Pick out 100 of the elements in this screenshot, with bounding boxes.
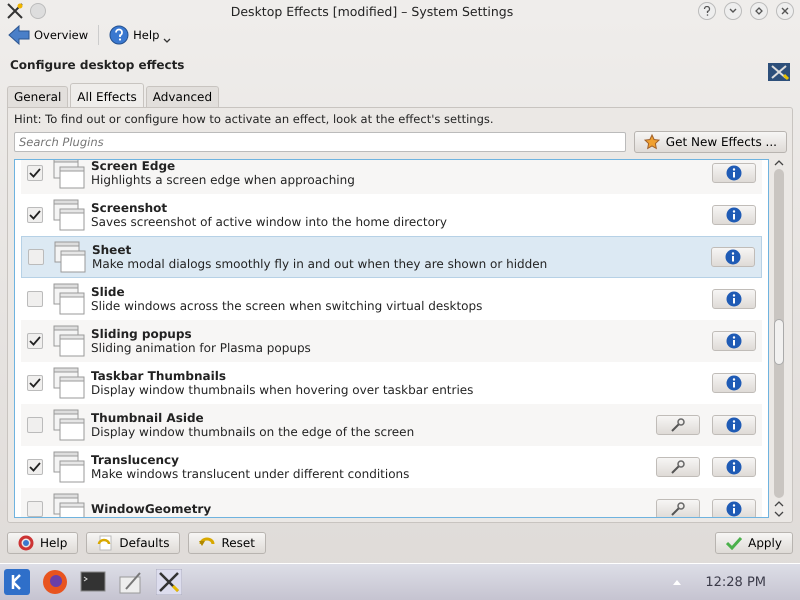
info-button[interactable] <box>712 205 756 225</box>
checkbox[interactable] <box>27 333 43 349</box>
scroll-down-icon <box>774 510 784 518</box>
checkmark-icon <box>29 210 41 220</box>
windows-icon <box>53 409 85 441</box>
windows-icon <box>53 367 85 399</box>
effect-description: Make windows translucent under different conditions <box>91 467 410 481</box>
effect-name: Screenshot <box>91 201 168 215</box>
effect-description: Slide windows across the screen when switching virtual desktops <box>91 299 484 313</box>
close-icon <box>781 7 789 15</box>
checkbox[interactable] <box>27 417 43 433</box>
reset-button[interactable]: Reset <box>188 532 266 554</box>
help-icon <box>109 25 130 45</box>
scrollbar-thumb[interactable] <box>774 319 784 365</box>
terminal-icon[interactable] <box>80 570 106 594</box>
checkbox[interactable] <box>28 249 44 265</box>
checkmark-icon <box>29 336 41 346</box>
effect-name: Slide <box>91 285 126 299</box>
configure-button[interactable] <box>656 499 700 517</box>
effect-name: Screen Edge <box>91 160 176 173</box>
effect-row[interactable]: WindowGeometry <box>21 488 762 517</box>
browser-icon[interactable] <box>42 569 68 595</box>
apply-button[interactable]: Apply <box>715 532 793 554</box>
info-button[interactable] <box>712 163 756 183</box>
info-button[interactable] <box>712 457 756 477</box>
windows-icon <box>53 283 85 315</box>
effect-name: Taskbar Thumbnails <box>91 369 228 383</box>
wrench-icon <box>670 502 686 516</box>
diamond-icon <box>755 7 763 15</box>
info-button[interactable] <box>712 289 756 309</box>
info-button[interactable] <box>712 415 756 435</box>
lifebuoy-icon <box>18 535 34 551</box>
effect-row[interactable]: Taskbar Thumbnails Display window thumbnails when hovering over taskbar entries <box>21 362 762 404</box>
wrench-icon <box>670 460 686 474</box>
configure-button[interactable] <box>656 415 700 435</box>
checkbox[interactable] <box>27 459 43 475</box>
windows-icon <box>53 451 85 483</box>
minimize-button[interactable] <box>724 2 742 20</box>
defaults-button[interactable]: Defaults <box>86 532 180 554</box>
close-button[interactable] <box>776 2 794 20</box>
effect-row[interactable]: Screen Edge Highlights a screen edge when approaching <box>21 160 762 194</box>
effect-row[interactable]: Sliding popups Sliding animation for Plasma popups <box>21 320 762 362</box>
chevron-down-icon <box>729 8 737 14</box>
effect-row[interactable]: Slide Slide windows across the screen when switching virtual desktops <box>21 278 762 320</box>
info-button[interactable] <box>712 373 756 393</box>
effect-row[interactable]: Translucency Make windows translucent under different conditions <box>21 446 762 488</box>
effect-name: Sheet <box>92 243 132 257</box>
search-field[interactable]: Search Plugins <box>14 132 626 152</box>
checkmark-icon <box>29 168 41 178</box>
info-icon <box>726 375 742 391</box>
checkmark-icon <box>29 462 41 472</box>
k-logo-icon <box>4 569 30 595</box>
info-icon <box>726 165 742 181</box>
effect-row[interactable]: Screenshot Saves screenshot of active window into the home directory <box>21 194 762 236</box>
windows-icon <box>54 241 86 273</box>
help-menu-button[interactable]: Help <box>105 23 176 47</box>
page-heading: Configure desktop effects <box>10 58 184 72</box>
info-icon <box>726 207 742 223</box>
windows-icon <box>53 199 85 231</box>
info-button[interactable] <box>711 247 755 267</box>
help-button[interactable]: Help <box>7 532 78 554</box>
info-button[interactable] <box>712 499 756 517</box>
desktop-tools-icon <box>768 63 790 81</box>
effect-name: WindowGeometry <box>91 502 212 516</box>
get-new-effects-button[interactable]: Get New Effects ... <box>634 131 787 153</box>
clock[interactable]: 12:28 PM <box>705 574 766 590</box>
application-launcher-button[interactable] <box>4 569 30 595</box>
effect-description: Highlights a screen edge when approaching <box>91 173 356 187</box>
checkmark-icon <box>29 378 41 388</box>
scrollbar[interactable] <box>771 159 787 518</box>
info-icon <box>726 459 742 475</box>
checkbox[interactable] <box>27 207 43 223</box>
maximize-button[interactable] <box>750 2 768 20</box>
effect-row[interactable]: Sheet Make modal dialogs smoothly fly in and out when they are shown or hidden <box>21 236 762 278</box>
effect-name: Translucency <box>91 453 180 467</box>
tab[interactable]: All Effects <box>70 83 144 107</box>
tools-icon <box>6 2 24 20</box>
info-button[interactable] <box>712 331 756 351</box>
hint-text: Hint: To find out or configure how to activate an effect, look at the effect's settings. <box>14 112 495 126</box>
help-button[interactable] <box>698 2 716 20</box>
info-icon <box>726 291 742 307</box>
effect-row[interactable]: Thumbnail Aside Display window thumbnails on the edge of the screen <box>21 404 762 446</box>
windows-icon <box>53 325 85 357</box>
effect-description: Display window thumbnails on the edge of the screen <box>91 425 416 439</box>
back-arrow-icon <box>8 25 30 45</box>
tools-icon[interactable] <box>156 569 182 595</box>
checkbox[interactable] <box>27 165 43 181</box>
checkbox[interactable] <box>27 375 43 391</box>
checkbox[interactable] <box>27 291 43 307</box>
effect-name: Thumbnail Aside <box>91 411 205 425</box>
overview-button[interactable]: Overview <box>4 23 92 47</box>
star-icon <box>644 134 660 150</box>
checkbox[interactable] <box>27 501 43 517</box>
undo-document-icon <box>97 535 114 551</box>
tab[interactable]: Advanced <box>146 86 220 107</box>
effect-description: Make modal dialogs smoothly fly in and out when they are shown or hidden <box>92 257 548 271</box>
effect-description: Sliding animation for Plasma popups <box>91 341 312 355</box>
configure-button[interactable] <box>656 457 700 477</box>
tab[interactable]: General <box>7 86 68 107</box>
scroll-up-icon <box>774 500 784 508</box>
